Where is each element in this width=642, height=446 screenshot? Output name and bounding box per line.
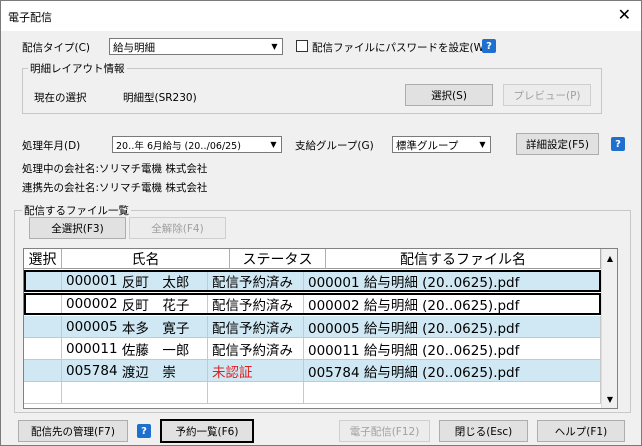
select-button[interactable]: 選択(S) <box>405 84 493 106</box>
table-row[interactable]: 000001 反町 太郎 配信予約済み 000001 給与明細 (20‥0625… <box>24 270 601 292</box>
filename-cell: 000001 給与明細 (20‥0625).pdf <box>304 270 601 292</box>
window-title: 電子配信 <box>8 11 52 24</box>
file-table: 選択 氏名 ステータス 配信するファイル名 000001 反町 太郎 配信予約済… <box>23 248 618 409</box>
select-cell[interactable] <box>24 270 62 292</box>
pay-group-select[interactable]: 標準グループ ▼ <box>392 136 491 153</box>
preview-button[interactable]: プレビュー(P) <box>503 84 591 106</box>
deselect-all-button[interactable]: 全解除(F4) <box>129 217 226 239</box>
select-cell[interactable] <box>24 338 62 360</box>
status-cell: 配信予約済み <box>208 316 304 338</box>
delivery-type-select[interactable]: 給与明細 ▼ <box>109 38 283 55</box>
scroll-up-icon[interactable]: ▲ <box>604 251 616 265</box>
password-checkbox[interactable] <box>296 40 308 52</box>
table-header: 選択 氏名 ステータス 配信するファイル名 <box>24 249 601 269</box>
close-button[interactable]: 閉じる(Esc) <box>439 420 528 442</box>
send-button[interactable]: 電子配信(F12) <box>339 420 430 442</box>
employee-name: 反町 太郎 <box>121 274 190 291</box>
name-cell: 000001 反町 太郎 <box>62 270 208 292</box>
table-row[interactable]: 000005 本多 寛子 配信予約済み 000005 給与明細 (20‥0625… <box>24 316 601 338</box>
current-selection-value: 明細型(SR230) <box>123 92 197 104</box>
linked-company: 連携先の会社名:ソリマチ電機 株式会社 <box>22 182 208 194</box>
employee-id: 000005 <box>66 318 118 335</box>
help-icon[interactable]: ? <box>482 39 496 53</box>
current-selection-label: 現在の選択 <box>34 92 87 104</box>
employee-id: 005784 <box>66 362 118 379</box>
close-icon[interactable]: ✕ <box>618 5 631 25</box>
col-select[interactable]: 選択 <box>24 249 62 269</box>
employee-name: 反町 花子 <box>121 297 190 314</box>
table-row[interactable]: 000011 佐藤 一郎 配信予約済み 000011 給与明細 (20‥0625… <box>24 338 601 360</box>
table-row[interactable]: 005784 渡辺 崇 未認証 005784 給与明細 (20‥0625).pd… <box>24 360 601 382</box>
process-month-value: 20‥年 6月給与 (20‥/06/25) <box>116 141 241 152</box>
name-cell: 000005 本多 寛子 <box>62 316 208 338</box>
employee-name: 渡辺 崇 <box>121 364 176 381</box>
detail-settings-button[interactable]: 詳細設定(F5) <box>516 133 599 155</box>
file-list-title: 配信するファイル一覧 <box>22 203 131 218</box>
password-label: 配信ファイルにパスワードを設定(W) <box>312 42 489 54</box>
filename-cell: 005784 給与明細 (20‥0625).pdf <box>304 360 601 382</box>
help-icon[interactable]: ? <box>611 137 625 151</box>
processing-company: 処理中の会社名:ソリマチ電機 株式会社 <box>22 163 208 175</box>
select-all-button[interactable]: 全選択(F3) <box>29 217 126 239</box>
chevron-down-icon: ▼ <box>270 140 277 149</box>
col-name[interactable]: 氏名 <box>62 249 230 269</box>
table-row-empty <box>24 382 601 404</box>
pay-group-value: 標準グループ <box>396 140 459 152</box>
status-cell: 配信予約済み <box>208 270 304 292</box>
name-cell: 000002 反町 花子 <box>62 293 208 315</box>
employee-id: 000011 <box>66 340 118 357</box>
name-cell: 000011 佐藤 一郎 <box>62 338 208 360</box>
filename-cell: 000005 給与明細 (20‥0625).pdf <box>304 316 601 338</box>
vertical-scrollbar[interactable]: ▲ ▼ <box>601 249 617 408</box>
select-cell[interactable] <box>24 360 62 382</box>
col-filename[interactable]: 配信するファイル名 <box>326 249 601 269</box>
name-cell: 005784 渡辺 崇 <box>62 360 208 382</box>
select-cell[interactable] <box>24 316 62 338</box>
employee-id: 000002 <box>66 295 118 312</box>
status-cell: 配信予約済み <box>208 293 304 315</box>
table-row[interactable]: 000002 反町 花子 配信予約済み 000002 給与明細 (20‥0625… <box>24 293 601 315</box>
status-cell: 未認証 <box>208 360 304 382</box>
reservation-list-button[interactable]: 予約一覧(F6) <box>160 419 254 443</box>
filename-cell: 000002 給与明細 (20‥0625).pdf <box>304 293 601 315</box>
pay-group-label: 支給グループ(G) <box>295 140 374 152</box>
delivery-type-label: 配信タイプ(C) <box>22 42 91 54</box>
manage-recipients-button[interactable]: 配信先の管理(F7) <box>18 420 128 442</box>
employee-id: 000001 <box>66 272 118 289</box>
select-cell[interactable] <box>24 293 62 315</box>
status-cell: 配信予約済み <box>208 338 304 360</box>
scroll-down-icon[interactable]: ▼ <box>604 392 616 406</box>
process-month-select[interactable]: 20‥年 6月給与 (20‥/06/25) ▼ <box>112 136 282 153</box>
chevron-down-icon: ▼ <box>479 140 486 149</box>
employee-name: 本多 寛子 <box>121 320 190 337</box>
chevron-down-icon: ▼ <box>271 42 278 51</box>
process-month-label: 処理年月(D) <box>22 140 81 152</box>
employee-name: 佐藤 一郎 <box>121 342 190 359</box>
delivery-type-value: 給与明細 <box>113 42 155 54</box>
layout-info-title: 明細レイアウト情報 <box>28 61 127 76</box>
col-status[interactable]: ステータス <box>230 249 326 269</box>
title-bar: 電子配信 ✕ <box>1 1 641 31</box>
dialog-window: 電子配信 ✕ 配信タイプ(C) 給与明細 ▼ 配信ファイルにパスワードを設定(W… <box>0 0 642 446</box>
help-icon[interactable]: ? <box>137 424 151 438</box>
filename-cell: 000011 給与明細 (20‥0625).pdf <box>304 338 601 360</box>
help-button[interactable]: ヘルプ(F1) <box>537 420 625 442</box>
